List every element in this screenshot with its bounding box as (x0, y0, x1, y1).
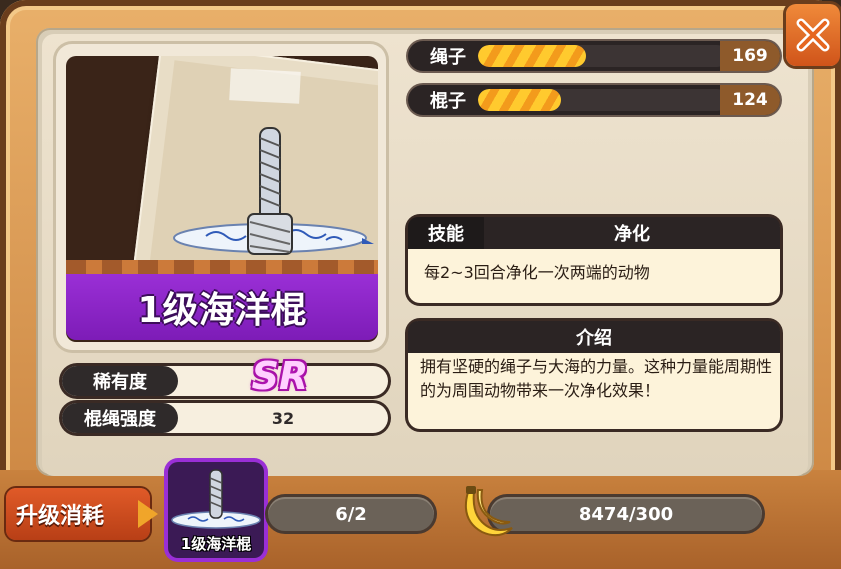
attribute-value: 124 (720, 85, 780, 115)
arrow-icon (138, 500, 158, 528)
intro-header: 介绍 (408, 321, 780, 353)
banana-icon (464, 486, 513, 537)
skill-panel: 技能 净化 每2~3回合净化一次两端的动物 (408, 217, 780, 303)
item-name-banner: 1级海洋棍 (66, 274, 378, 340)
strength-row: 棍绳强度 32 (62, 403, 388, 433)
close-button[interactable] (786, 4, 840, 66)
ocean-stick-icon (173, 127, 374, 255)
attribute-bar-stick: 棍子 124 (408, 85, 780, 115)
rarity-label: 稀有度 (62, 366, 178, 396)
attribute-bar-rope: 绳子 169 (408, 41, 780, 71)
card-strip (66, 260, 378, 274)
attribute-label: 绳子 (430, 47, 466, 68)
skill-panel-header: 技能 净化 (408, 217, 780, 249)
attribute-fill (478, 45, 586, 67)
skill-header-label: 技能 (408, 217, 484, 249)
strength-value: 32 (271, 408, 295, 428)
ocean-stick-icon (171, 469, 261, 529)
slot-item-name: 1级海洋棍 (180, 535, 252, 553)
banana-count: 8474/300 (490, 497, 762, 531)
skill-name: 净化 (614, 224, 650, 245)
attribute-value: 169 (720, 41, 780, 71)
attribute-label: 棍子 (430, 91, 466, 112)
attribute-track (478, 89, 728, 111)
item-count: 6/2 (268, 497, 434, 531)
attribute-track (478, 45, 728, 67)
rarity-badge: SR (251, 354, 309, 398)
intro-text: 拥有坚硬的绳子与大海的力量。这种力量能周期性的为周围动物带来一次净化效果！ (420, 357, 773, 400)
attribute-fill (478, 89, 561, 111)
strength-label: 棍绳强度 (62, 403, 178, 433)
close-icon (796, 18, 830, 52)
skill-description: 每2~3回合净化一次两端的动物 (424, 263, 650, 282)
upgrade-cost-label: 升级消耗 (6, 488, 150, 540)
rarity-row: 稀有度 (62, 366, 388, 396)
upgrade-item-slot[interactable]: 1级海洋棍 (168, 462, 264, 558)
photo-tape (229, 68, 301, 104)
intro-panel: 介绍 拥有坚硬的绳子与大海的力量。这种力量能周期性的为周围动物带来一次净化效果！ (408, 321, 780, 429)
